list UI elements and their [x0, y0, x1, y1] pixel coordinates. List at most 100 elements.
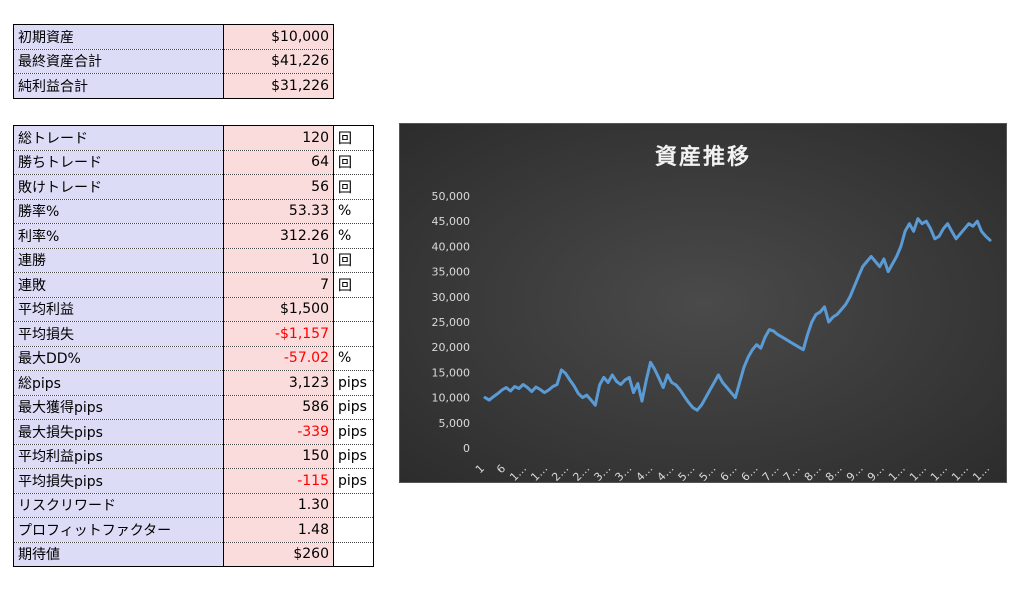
stats-unit[interactable]: 回: [333, 125, 374, 151]
stats-value[interactable]: 53.33: [223, 199, 334, 224]
stats-row: 連敗 7 回: [13, 272, 374, 298]
stats-value[interactable]: 312.26: [223, 223, 334, 249]
stats-label[interactable]: プロフィットファクター: [13, 517, 224, 543]
stats-unit[interactable]: %: [333, 199, 374, 224]
stats-row: 勝ちトレード 64 回: [13, 150, 374, 175]
stats-label[interactable]: 最大獲得pips: [13, 395, 224, 420]
stats-label[interactable]: 勝率%: [13, 199, 224, 224]
x-tick-label: 5…: [697, 462, 719, 482]
stats-value[interactable]: 10: [223, 248, 334, 273]
equity-series-line: [483, 217, 992, 412]
x-tick-label: 8…: [802, 462, 824, 482]
x-tick-label: 1…: [949, 462, 971, 482]
chart-canvas: 資産推移 0 5,000 10,000 15,000 20,000 25,000 30,00…: [432, 144, 993, 482]
stats-value[interactable]: 7: [223, 272, 334, 298]
x-tick-label: 1…: [528, 462, 550, 482]
stats-value[interactable]: 64: [223, 150, 334, 175]
x-tick-label: 7…: [781, 462, 803, 482]
stats-label[interactable]: 期待値: [13, 542, 224, 567]
stats-label[interactable]: 平均損失: [13, 321, 224, 347]
stats-row: 平均利益 $1,500: [13, 297, 374, 322]
x-tick-label: 4…: [634, 462, 656, 482]
stats-value[interactable]: 120: [223, 125, 334, 151]
stats-value[interactable]: -57.02: [223, 346, 334, 371]
stats-unit[interactable]: %: [333, 346, 374, 371]
stats-unit[interactable]: [333, 517, 374, 543]
stats-unit[interactable]: %: [333, 223, 374, 249]
stats-unit[interactable]: [333, 297, 374, 322]
stats-row: 敗けトレード 56 回: [13, 174, 374, 200]
stats-label[interactable]: リスクリワード: [13, 493, 224, 518]
stats-unit[interactable]: pips: [333, 444, 374, 469]
summary-table: 初期資産 $10,000 最終資産合計 $41,226 純利益合計 $31,226: [13, 24, 334, 99]
stats-value[interactable]: 1.48: [223, 517, 334, 543]
y-tick-label: 20,000: [432, 341, 471, 354]
stats-row: 最大DD% -57.02%: [13, 346, 374, 371]
x-tick-label: 1…: [507, 462, 529, 482]
stats-row: リスクリワード 1.30: [13, 493, 374, 518]
x-tick-label: 1…: [886, 462, 908, 482]
y-tick-label: 40,000: [432, 240, 471, 253]
stats-unit[interactable]: pips: [333, 370, 374, 396]
y-tick-label: 0: [463, 442, 470, 455]
stats-unit[interactable]: pips: [333, 395, 374, 420]
stats-value[interactable]: 3,123: [223, 370, 334, 396]
x-tick-label: 3…: [591, 462, 613, 482]
stats-label[interactable]: 最大DD%: [13, 346, 224, 371]
y-tick-label: 10,000: [432, 392, 471, 405]
stats-unit[interactable]: 回: [333, 174, 374, 200]
summary-value[interactable]: $31,226: [223, 73, 334, 99]
x-tick-label: 6: [494, 462, 508, 476]
stats-row: 総pips 3,123 pips: [13, 370, 374, 396]
stats-row: 最大損失pips -339 pips: [13, 419, 374, 445]
stats-table: 総トレード 120 回勝ちトレード 64 回敗けトレード 56 回勝率% 53.33% 利率% 3…: [13, 125, 374, 567]
stats-value[interactable]: 150: [223, 444, 334, 469]
stats-value[interactable]: -$1,157: [223, 321, 334, 347]
y-tick-label: 45,000: [432, 215, 471, 228]
x-tick-label: 1…: [907, 462, 929, 482]
stats-unit[interactable]: pips: [333, 419, 374, 445]
stats-value[interactable]: $1,500: [223, 297, 334, 322]
x-tick-label: 9…: [844, 462, 866, 482]
stats-unit[interactable]: pips: [333, 468, 374, 494]
stats-unit[interactable]: 回: [333, 272, 374, 298]
stats-row: 総トレード 120 回: [13, 125, 374, 151]
stats-value[interactable]: 56: [223, 174, 334, 200]
stats-unit[interactable]: 回: [333, 248, 374, 273]
summary-label[interactable]: 純利益合計: [13, 73, 224, 99]
stats-unit[interactable]: 回: [333, 150, 374, 175]
summary-value[interactable]: $10,000: [223, 24, 334, 50]
stats-label[interactable]: 連敗: [13, 272, 224, 298]
stats-value[interactable]: $260: [223, 542, 334, 567]
x-tick-label: 1…: [928, 462, 950, 482]
stats-label[interactable]: 平均利益pips: [13, 444, 224, 469]
summary-label[interactable]: 初期資産: [13, 24, 224, 50]
stats-unit[interactable]: [333, 321, 374, 347]
summary-value[interactable]: $41,226: [223, 49, 334, 74]
x-tick-label: 5…: [676, 462, 698, 482]
x-tick-label: 7…: [760, 462, 782, 482]
summary-label[interactable]: 最終資産合計: [13, 49, 224, 74]
stats-row: 連勝 10 回: [13, 248, 374, 273]
stats-value[interactable]: -339: [223, 419, 334, 445]
stats-value[interactable]: 586: [223, 395, 334, 420]
stats-label[interactable]: 勝ちトレード: [13, 150, 224, 175]
stats-value[interactable]: -115: [223, 468, 334, 494]
stats-label[interactable]: 最大損失pips: [13, 419, 224, 445]
stats-label[interactable]: 連勝: [13, 248, 224, 273]
equity-chart: 資産推移 0 5,000 10,000 15,000 20,000 25,000 30,00…: [399, 123, 1007, 483]
y-tick-label: 50,000: [432, 190, 471, 203]
stats-value[interactable]: 1.30: [223, 493, 334, 518]
stats-label[interactable]: 利率%: [13, 223, 224, 249]
stats-label[interactable]: 敗けトレード: [13, 174, 224, 200]
stats-label[interactable]: 総pips: [13, 370, 224, 396]
stats-row: プロフィットファクター 1.48: [13, 517, 374, 543]
stats-row: 勝率% 53.33%: [13, 199, 374, 224]
x-tick-label: 2…: [549, 462, 571, 482]
stats-label[interactable]: 総トレード: [13, 125, 224, 151]
stats-row: 最大獲得pips 586 pips: [13, 395, 374, 420]
stats-unit[interactable]: [333, 493, 374, 518]
stats-unit[interactable]: [333, 542, 374, 567]
stats-label[interactable]: 平均損失pips: [13, 468, 224, 494]
stats-label[interactable]: 平均利益: [13, 297, 224, 322]
